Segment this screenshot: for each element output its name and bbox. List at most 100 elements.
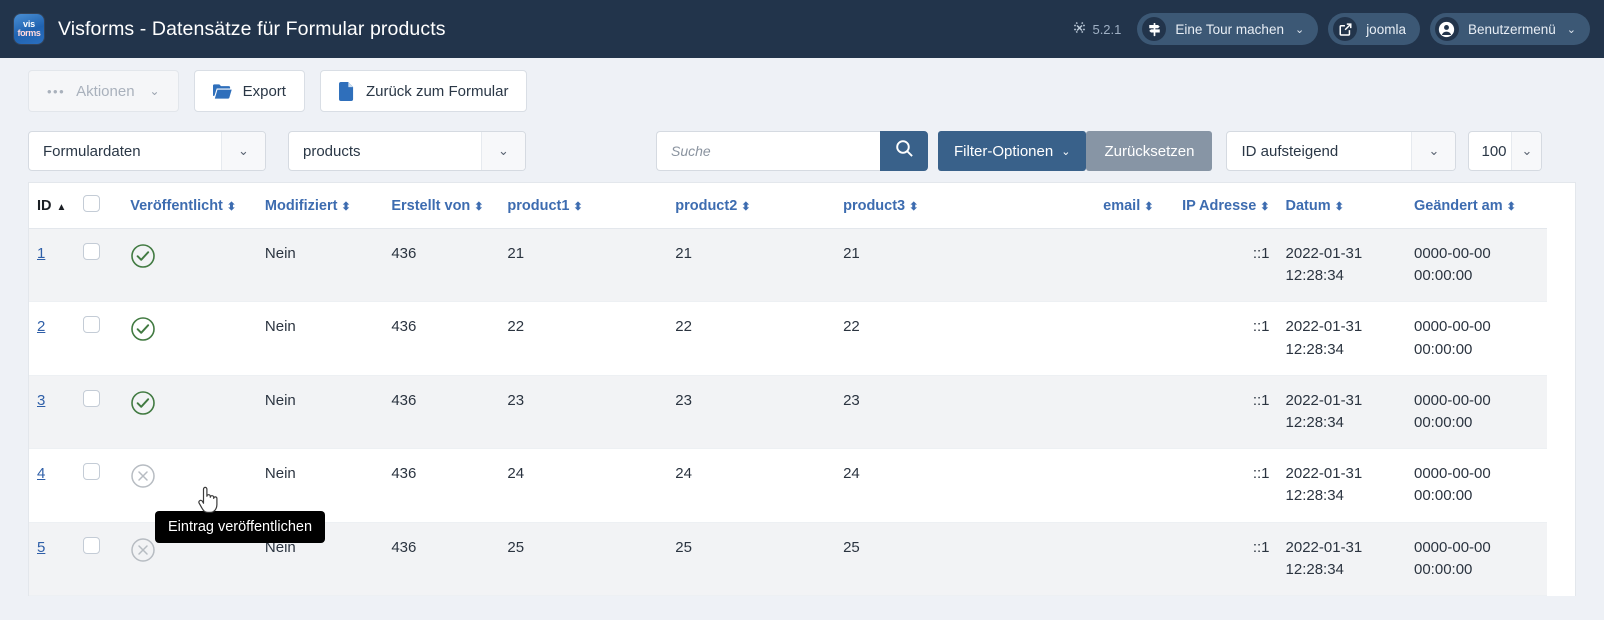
joomla-site-button[interactable]: joomla xyxy=(1328,13,1420,45)
cell-geaendert: 0000-00-0000:00:00 xyxy=(1406,375,1547,448)
search-group xyxy=(656,131,928,171)
cell-email xyxy=(996,302,1162,375)
filter-options-button[interactable]: Filter-Optionen ⌄ xyxy=(938,131,1086,171)
take-a-tour-button[interactable]: Eine Tour machen ⌄ xyxy=(1137,13,1318,45)
column-header-product3[interactable]: product3⬍ xyxy=(835,183,996,229)
cell-datum: 2022-01-3112:28:34 xyxy=(1278,229,1406,302)
cell-id: 2 xyxy=(29,302,75,375)
column-header-published[interactable]: Veröffentlicht⬍ xyxy=(122,183,257,229)
column-header-ip[interactable]: IP Adresse⬍ xyxy=(1161,183,1277,229)
column-header-email[interactable]: email⬍ xyxy=(996,183,1162,229)
column-label-modified: Modifiziert xyxy=(265,198,338,214)
cell-email xyxy=(996,449,1162,522)
publish-state-published-icon[interactable] xyxy=(130,316,156,342)
page-title: Visforms - Datensätze für Formular produ… xyxy=(58,18,446,41)
column-label-product2: product2 xyxy=(675,198,737,214)
column-header-product2[interactable]: product2⬍ xyxy=(667,183,835,229)
column-label-product3: product3 xyxy=(843,198,905,214)
record-id-link[interactable]: 3 xyxy=(37,392,45,409)
ellipsis-icon: ••• xyxy=(47,84,65,99)
column-header-createdby[interactable]: Erstellt von⬍ xyxy=(383,183,499,229)
record-id-link[interactable]: 5 xyxy=(37,539,45,556)
version-number: 5.2.1 xyxy=(1092,22,1121,37)
cell-geaendert: 0000-00-0000:00:00 xyxy=(1406,229,1547,302)
search-input[interactable] xyxy=(656,131,880,171)
cell-product2: 24 xyxy=(667,449,835,522)
order-select[interactable]: ID aufsteigend ⌄ xyxy=(1226,131,1456,171)
cell-createdby: 436 xyxy=(383,229,499,302)
column-header-modified[interactable]: Modifiziert⬍ xyxy=(257,183,383,229)
tooltip-text: Eintrag veröffentlichen xyxy=(168,519,312,535)
record-id-link[interactable]: 4 xyxy=(37,465,45,482)
sort-icon: ⬍ xyxy=(1507,200,1516,213)
row-checkbox[interactable] xyxy=(83,463,100,480)
user-menu-label: Benutzermenü xyxy=(1468,22,1556,37)
limit-select[interactable]: 100 ⌄ xyxy=(1468,131,1542,171)
row-checkbox[interactable] xyxy=(83,316,100,333)
search-icon xyxy=(895,139,914,163)
joomla-mark-icon xyxy=(1073,21,1086,37)
user-menu-button[interactable]: Benutzermenü ⌄ xyxy=(1430,13,1590,45)
aktionen-button[interactable]: ••• Aktionen ⌄ xyxy=(28,70,179,112)
cell-createdby: 436 xyxy=(383,302,499,375)
publish-state-unpublished-icon[interactable] xyxy=(130,537,156,563)
cell-email xyxy=(996,375,1162,448)
publish-state-published-icon[interactable] xyxy=(130,243,156,269)
sort-icon: ⬍ xyxy=(1144,200,1153,213)
aktionen-label: Aktionen xyxy=(76,83,134,100)
logo-line-2: forms xyxy=(17,29,40,38)
header-actions: 5.2.1 Eine Tour machen ⌄ jooml xyxy=(1073,13,1590,45)
chevron-down-icon: ⌄ xyxy=(1511,132,1541,170)
cell-geaendert: 0000-00-0000:00:00 xyxy=(1406,302,1547,375)
form-select[interactable]: products ⌄ xyxy=(288,131,526,171)
column-header-datum[interactable]: Datum⬍ xyxy=(1278,183,1406,229)
cell-product1: 24 xyxy=(499,449,667,522)
cell-modified: Nein xyxy=(257,375,383,448)
form-data-select[interactable]: Formulardaten ⌄ xyxy=(28,131,266,171)
cell-product2: 23 xyxy=(667,375,835,448)
column-label-ip: IP Adresse xyxy=(1182,198,1256,214)
cell-id: 1 xyxy=(29,229,75,302)
record-id-link[interactable]: 1 xyxy=(37,245,45,262)
cell-ip: ::1 xyxy=(1161,449,1277,522)
joomla-label: joomla xyxy=(1366,22,1406,37)
back-to-form-label: Zurück zum Formular xyxy=(366,83,509,100)
cell-createdby: 436 xyxy=(383,375,499,448)
row-checkbox[interactable] xyxy=(83,537,100,554)
record-id-link[interactable]: 2 xyxy=(37,318,45,335)
cell-select xyxy=(75,375,123,448)
back-to-form-button[interactable]: Zurück zum Formular xyxy=(320,70,528,112)
brand: vis forms Visforms - Datensätze für Form… xyxy=(14,14,446,44)
cell-product3: 22 xyxy=(835,302,996,375)
cell-ip: ::1 xyxy=(1161,375,1277,448)
cell-geaendert: 0000-00-0000:00:00 xyxy=(1406,522,1547,595)
column-label-product1: product1 xyxy=(507,198,569,214)
reset-label: Zurücksetzen xyxy=(1104,143,1194,160)
cell-published xyxy=(122,302,257,375)
user-circle-icon xyxy=(1435,17,1459,41)
cell-product3: 25 xyxy=(835,522,996,595)
cell-select xyxy=(75,229,123,302)
publish-state-unpublished-icon[interactable] xyxy=(130,463,156,489)
row-checkbox[interactable] xyxy=(83,243,100,260)
chevron-down-icon: ⌄ xyxy=(1567,23,1576,36)
sort-asc-icon: ▲ xyxy=(57,202,67,213)
column-header-geaendert[interactable]: Geändert am⬍ xyxy=(1406,183,1547,229)
chevron-down-icon: ⌄ xyxy=(150,84,160,98)
publish-state-published-icon[interactable] xyxy=(130,390,156,416)
cell-id: 3 xyxy=(29,375,75,448)
search-button[interactable] xyxy=(880,131,928,171)
cell-product2: 22 xyxy=(667,302,835,375)
cell-published xyxy=(122,229,257,302)
cell-datum: 2022-01-3112:28:34 xyxy=(1278,375,1406,448)
cell-ip: ::1 xyxy=(1161,229,1277,302)
row-checkbox[interactable] xyxy=(83,390,100,407)
export-button[interactable]: Export xyxy=(194,70,305,112)
column-header-select-all[interactable] xyxy=(75,183,123,229)
signpost-icon xyxy=(1142,17,1166,41)
select-all-checkbox[interactable] xyxy=(83,195,100,212)
column-header-id[interactable]: ID▲ xyxy=(29,183,75,229)
column-header-product1[interactable]: product1⬍ xyxy=(499,183,667,229)
action-toolbar: ••• Aktionen ⌄ Export Zurück zum Formula… xyxy=(0,58,1604,124)
reset-button[interactable]: Zurücksetzen xyxy=(1086,131,1212,171)
